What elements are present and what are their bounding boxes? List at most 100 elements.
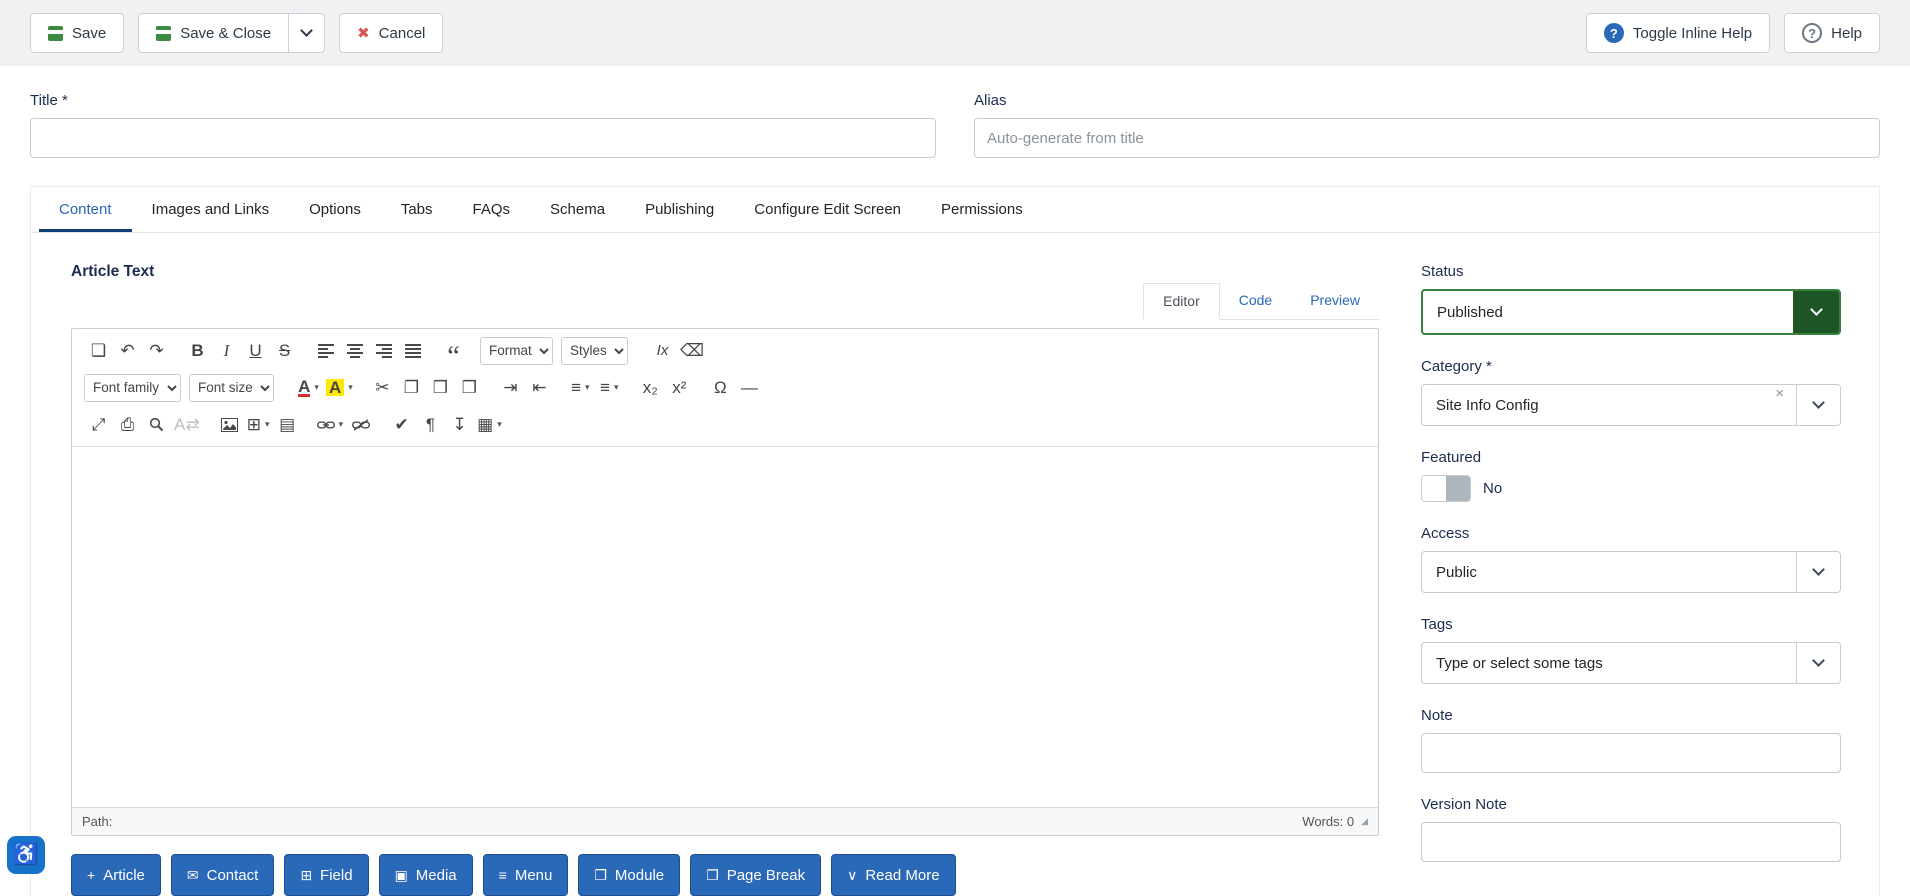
resize-handle-icon[interactable]: ◢ (1361, 816, 1368, 827)
blockquote-button[interactable]: “ (439, 336, 468, 365)
paste-as-text-button[interactable]: ❒ (455, 373, 484, 402)
paste-button[interactable]: ❒ (426, 373, 455, 402)
tab-faqs[interactable]: FAQs (453, 187, 531, 232)
featured-toggle[interactable] (1421, 475, 1471, 502)
paragraph-marks-button[interactable]: ¶ (416, 410, 445, 439)
redo-button[interactable]: ↷ (142, 336, 171, 365)
insert-contact-button[interactable]: ✉Contact (171, 854, 274, 896)
edit-form-card: Content Images and Links Options Tabs FA… (30, 186, 1880, 896)
grid-options-button[interactable]: ▦▾ (474, 410, 505, 439)
access-dropdown-toggle[interactable] (1796, 552, 1840, 592)
cut-button[interactable]: ✂ (368, 373, 397, 402)
highlight-color-icon: A (326, 379, 344, 396)
special-character-button[interactable]: Ω (706, 373, 735, 402)
styles-select[interactable]: Styles (561, 337, 628, 365)
increase-indent-button[interactable]: ⇥ (496, 373, 525, 402)
top-toolbar: Save Save & Close ✖ Cancel ? Toggle Inli… (0, 0, 1910, 66)
clear-selection-icon[interactable]: × (1775, 385, 1784, 425)
insert-read-more-button[interactable]: ∨Read More (831, 854, 955, 896)
tab-permissions[interactable]: Permissions (921, 187, 1043, 232)
new-document-button[interactable]: ❏ (84, 336, 113, 365)
tab-editor[interactable]: Editor (1143, 283, 1220, 320)
version-note-input[interactable] (1421, 822, 1841, 862)
underline-button[interactable]: U (241, 336, 270, 365)
unlink-icon (352, 419, 370, 431)
strikethrough-button[interactable]: S (270, 336, 299, 365)
alias-input[interactable] (974, 118, 1880, 158)
copy-button[interactable]: ❐ (397, 373, 426, 402)
save-close-split-button: Save & Close (138, 13, 325, 53)
fullscreen-button[interactable]: ⤢ (84, 410, 113, 439)
insert-module-label: Module (615, 867, 664, 884)
print-button[interactable]: ⎙ (113, 410, 142, 439)
bold-button[interactable]: B (183, 336, 212, 365)
insert-read-more-label: Read More (865, 867, 939, 884)
save-button[interactable]: Save (30, 13, 124, 53)
remove-format-button[interactable]: Ix (648, 336, 677, 365)
font-size-select[interactable]: Font size (189, 374, 274, 402)
tags-dropdown-toggle[interactable] (1796, 643, 1840, 683)
insert-module-button[interactable]: ❒Module (578, 854, 680, 896)
align-right-button[interactable] (369, 336, 398, 365)
tab-tabs[interactable]: Tabs (381, 187, 453, 232)
highlight-color-button[interactable]: A▾ (323, 373, 356, 402)
font-family-select[interactable]: Font family (84, 374, 181, 402)
tab-publishing[interactable]: Publishing (625, 187, 734, 232)
tab-content[interactable]: Content (39, 187, 132, 232)
cancel-button[interactable]: ✖ Cancel (339, 13, 443, 53)
spellcheck-button[interactable]: ✔ (387, 410, 416, 439)
find-replace-button[interactable]: A⇄ (171, 410, 203, 439)
align-left-button[interactable] (311, 336, 340, 365)
numbered-list-icon: ≡ (571, 378, 581, 398)
format-select[interactable]: Format (480, 337, 553, 365)
insert-page-break-button[interactable]: ❐Page Break (690, 854, 821, 896)
insert-menu-button[interactable]: ≡Menu (483, 854, 569, 896)
save-and-close-button[interactable]: Save & Close (138, 13, 289, 53)
bullet-list-button[interactable]: ≡▾ (595, 373, 624, 402)
status-dropdown-toggle[interactable] (1793, 291, 1839, 333)
align-justify-button[interactable] (398, 336, 427, 365)
tab-preview[interactable]: Preview (1291, 283, 1379, 319)
tab-schema[interactable]: Schema (530, 187, 625, 232)
accessibility-widget-button[interactable]: ♿ (7, 836, 45, 874)
status-select[interactable]: Published (1421, 289, 1841, 335)
decrease-indent-button[interactable]: ⇤ (525, 373, 554, 402)
insert-template-button[interactable]: ↧ (445, 410, 474, 439)
insert-table-button[interactable]: ⊞▾ (244, 410, 273, 439)
clear-formatting-button[interactable]: ⌫ (677, 336, 707, 365)
chevron-down-icon (1812, 396, 1825, 409)
save-label: Save (72, 25, 106, 42)
tab-code[interactable]: Code (1220, 283, 1291, 319)
tab-options[interactable]: Options (289, 187, 381, 232)
insert-article-button[interactable]: +Article (71, 854, 161, 896)
insert-image-button[interactable] (215, 410, 244, 439)
horizontal-rule-button[interactable]: — (735, 373, 764, 402)
insert-media-button[interactable]: ▣Media (379, 854, 473, 896)
subscript-button[interactable]: x₂ (636, 373, 665, 402)
note-input[interactable] (1421, 733, 1841, 773)
superscript-button[interactable]: x² (665, 373, 694, 402)
paste-icon: ❒ (433, 378, 448, 398)
tab-images-and-links[interactable]: Images and Links (132, 187, 290, 232)
unlink-button[interactable] (346, 410, 375, 439)
help-button[interactable]: ? Help (1784, 13, 1880, 53)
text-color-button[interactable]: A▾ (294, 373, 323, 402)
access-select[interactable]: Public (1421, 551, 1841, 593)
align-center-button[interactable] (340, 336, 369, 365)
tags-select[interactable]: Type or select some tags (1421, 642, 1841, 684)
numbered-list-button[interactable]: ≡▾ (566, 373, 595, 402)
editor-content-area[interactable] (72, 447, 1378, 807)
title-input[interactable] (30, 118, 936, 158)
source-code-button[interactable]: ▤ (273, 410, 302, 439)
category-select[interactable]: Site Info Config × (1421, 384, 1841, 426)
search-button[interactable] (142, 410, 171, 439)
toggle-inline-help-button[interactable]: ? Toggle Inline Help (1586, 13, 1770, 53)
insert-field-button[interactable]: ⊞Field (284, 854, 368, 896)
insert-link-button[interactable]: ▾ (314, 410, 347, 439)
save-options-dropdown-toggle[interactable] (289, 13, 325, 53)
question-circle-icon: ? (1604, 23, 1624, 43)
tab-configure-edit-screen[interactable]: Configure Edit Screen (734, 187, 921, 232)
italic-button[interactable]: I (212, 336, 241, 365)
category-dropdown-toggle[interactable] (1796, 385, 1840, 425)
undo-button[interactable]: ↶ (113, 336, 142, 365)
